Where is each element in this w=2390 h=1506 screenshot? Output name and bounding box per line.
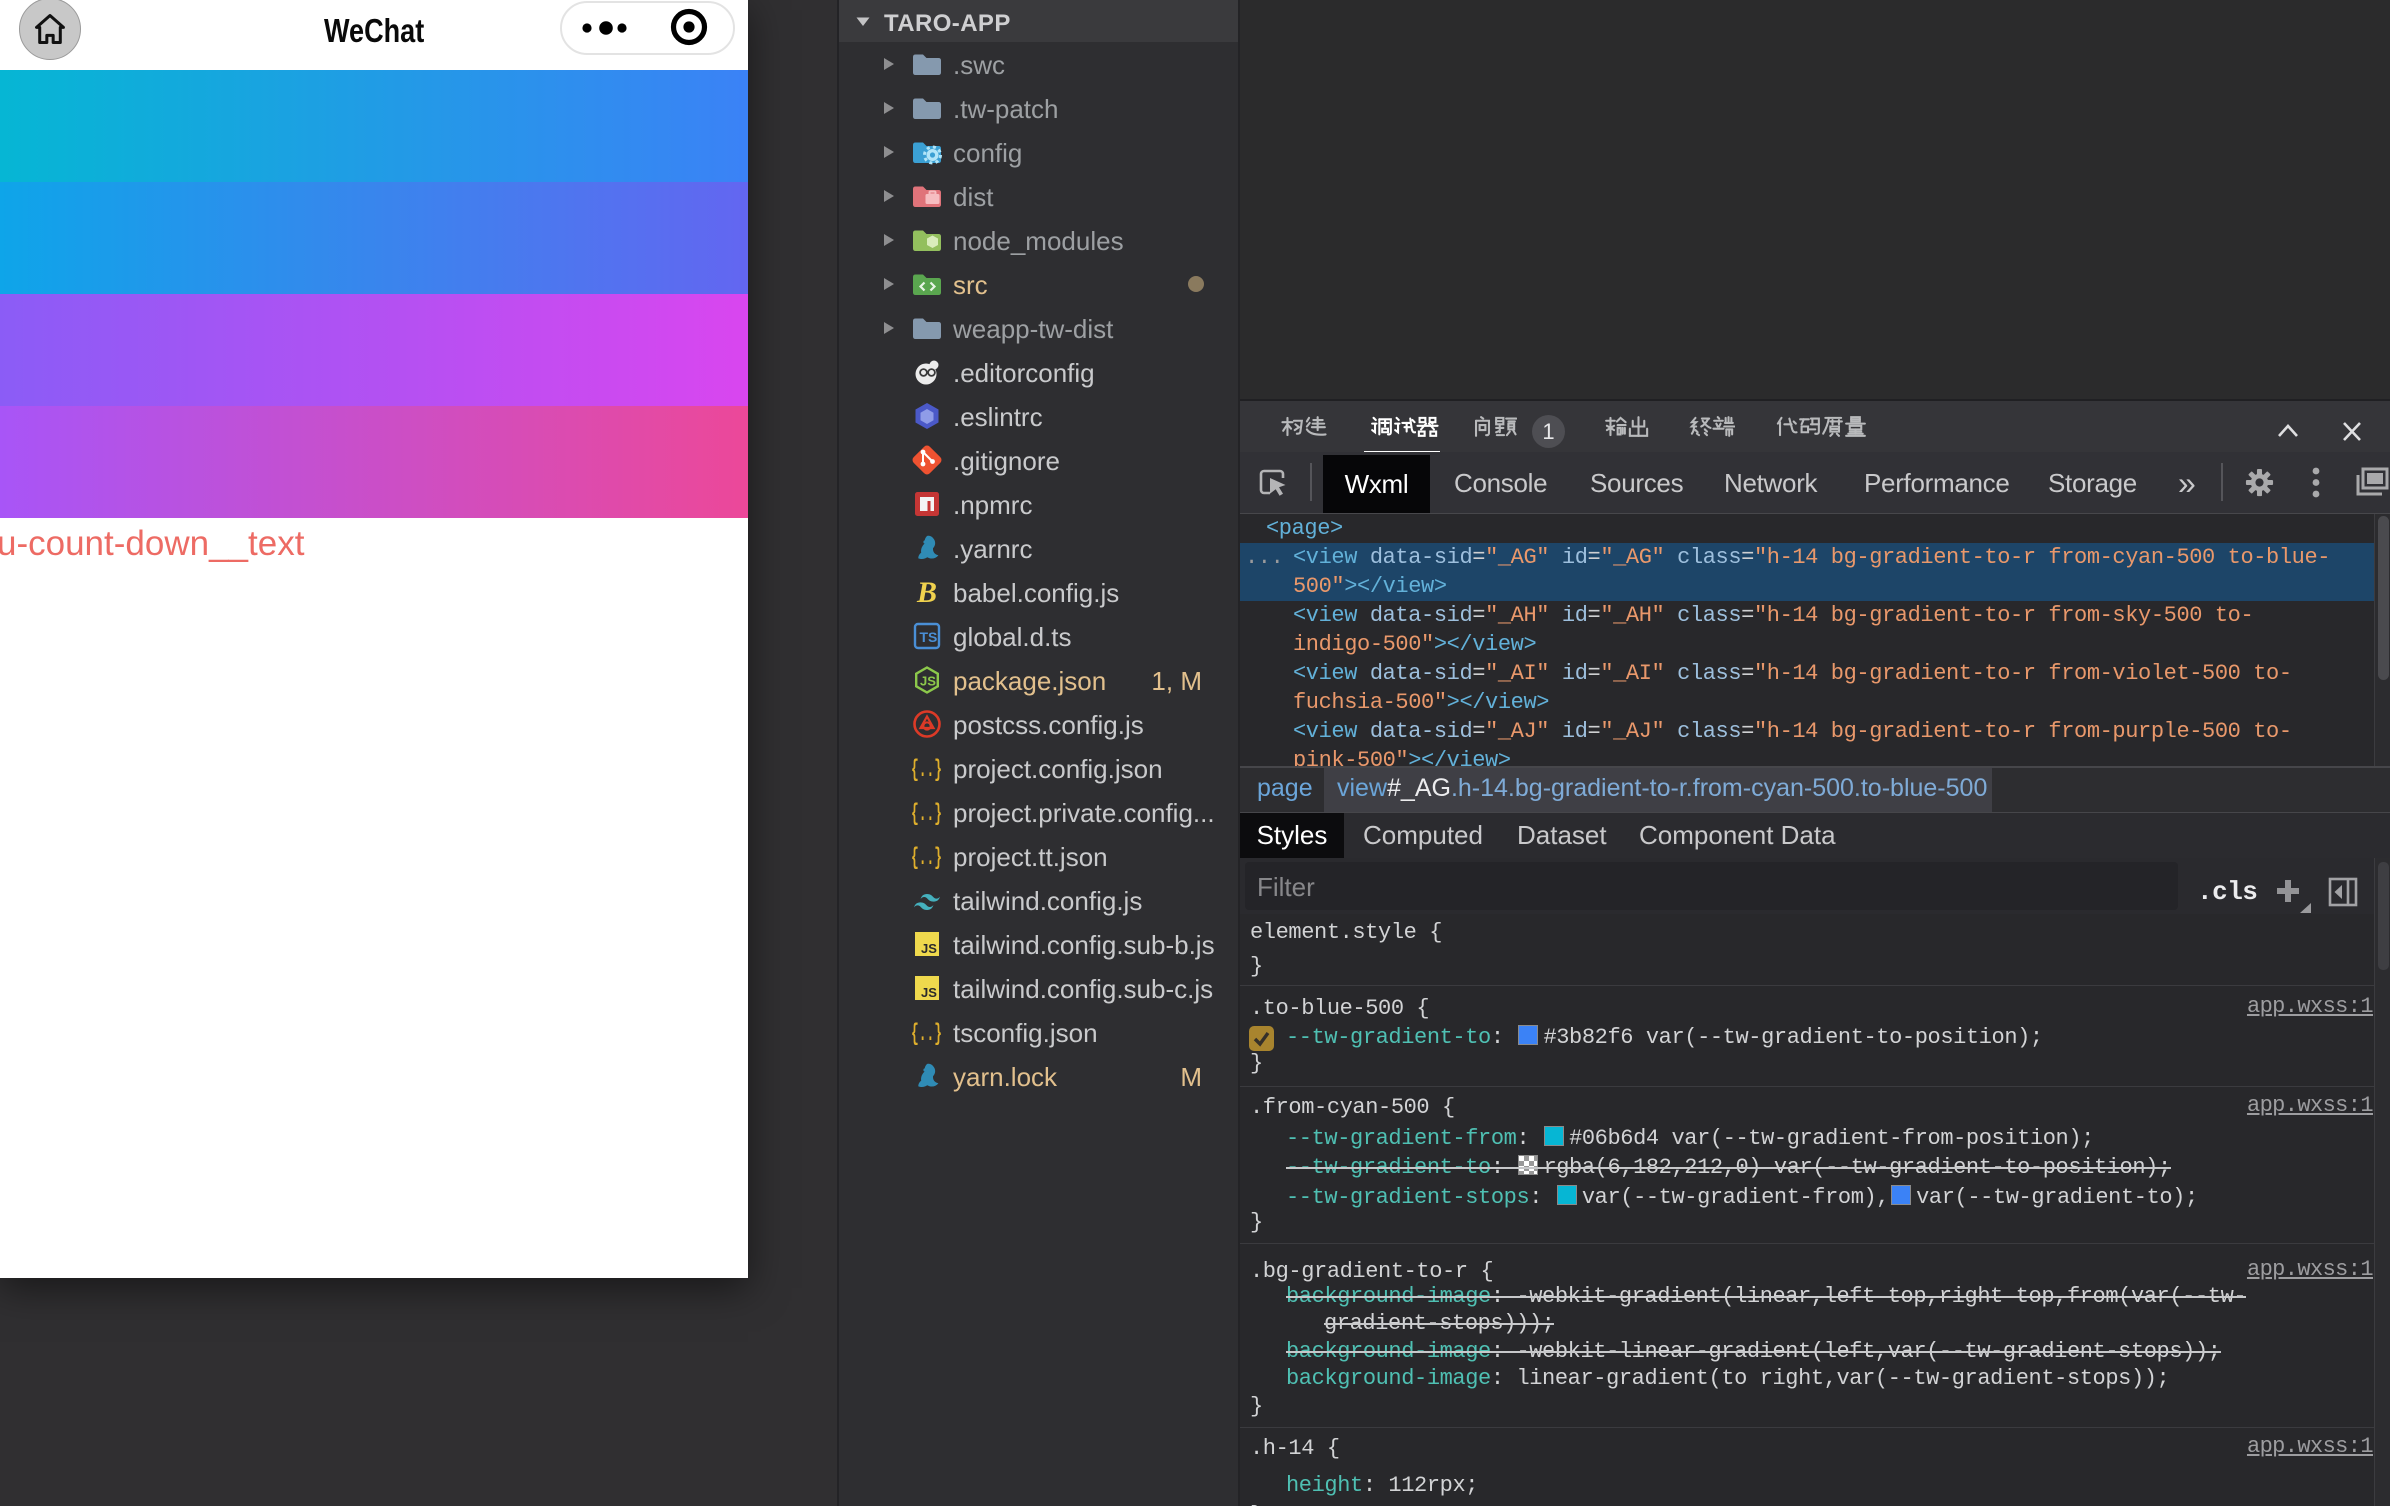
svg-text:{..}: {..} (911, 801, 942, 828)
svg-text:{..}: {..} (911, 1021, 942, 1048)
svg-text:{..}: {..} (911, 845, 942, 872)
svg-text:JS: JS (921, 941, 937, 956)
svg-text:TS: TS (920, 629, 938, 645)
svg-text:B: B (916, 576, 937, 608)
svg-text:JS: JS (921, 985, 937, 1000)
svg-text:JS: JS (920, 674, 936, 689)
svg-text:{..}: {..} (911, 757, 942, 784)
